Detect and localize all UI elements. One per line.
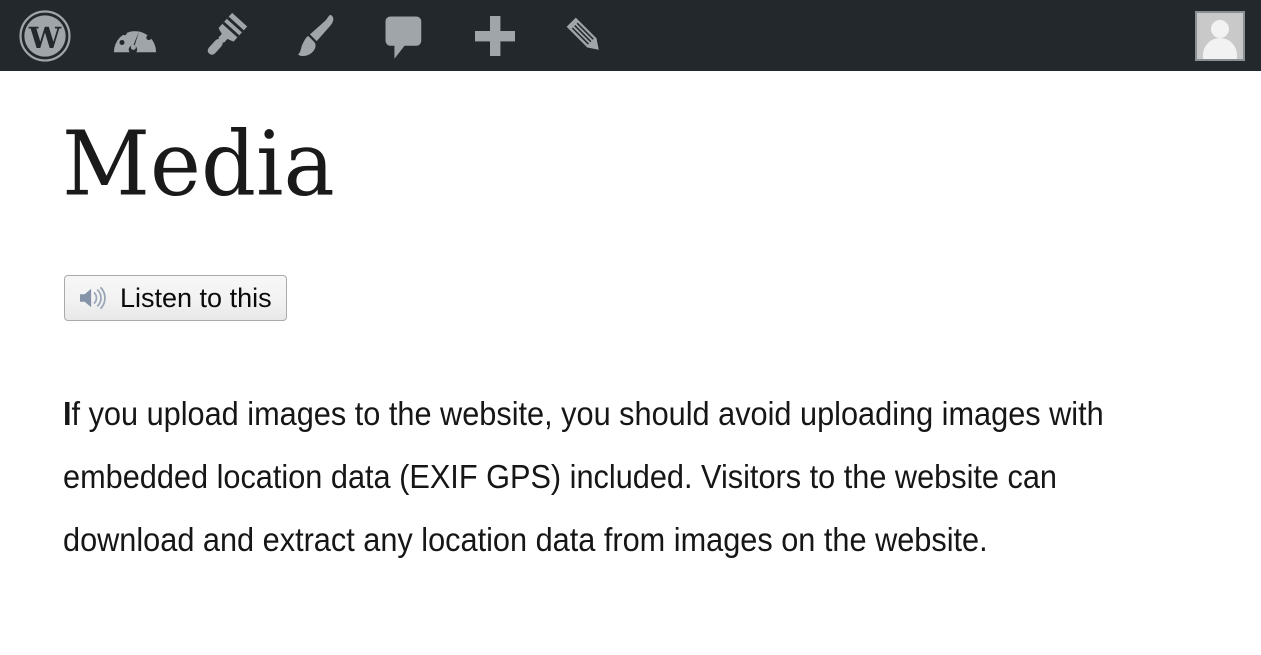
admin-bar: W	[0, 0, 1261, 71]
admin-bar-item-posts[interactable]	[180, 0, 270, 71]
pencil-icon	[559, 10, 611, 62]
svg-text:W: W	[28, 20, 62, 54]
paintbrush-icon	[288, 9, 342, 63]
avatar-body-shape	[1203, 37, 1237, 59]
admin-bar-item-wordpress-logo[interactable]: W	[0, 0, 90, 71]
body-paragraph: If you upload images to the website, you…	[63, 382, 1142, 571]
listen-to-this-button[interactable]: Listen to this	[64, 275, 287, 321]
account-avatar[interactable]	[1195, 10, 1245, 61]
listen-to-this-label: Listen to this	[120, 282, 272, 313]
user-avatar-icon	[1211, 19, 1229, 38]
admin-bar-item-new[interactable]	[450, 0, 540, 71]
speaker-icon	[77, 285, 109, 311]
admin-bar-items: W	[0, 0, 630, 71]
body-dropcap: I	[63, 395, 72, 432]
page-title: Media	[62, 112, 335, 216]
body-text: f you upload images to the website, you …	[63, 395, 1104, 558]
admin-bar-item-comments[interactable]	[360, 0, 450, 71]
plus-icon	[470, 11, 520, 61]
page-content: Media Listen to this If you upload image…	[0, 71, 1261, 655]
wordpress-icon: W	[18, 9, 72, 63]
admin-bar-item-edit[interactable]	[540, 0, 630, 71]
admin-bar-item-appearance[interactable]	[270, 0, 360, 71]
comment-bubble-icon	[380, 10, 430, 62]
admin-bar-item-dashboard[interactable]	[90, 0, 180, 71]
gauge-icon	[109, 10, 161, 62]
thumbtack-icon	[198, 9, 252, 63]
